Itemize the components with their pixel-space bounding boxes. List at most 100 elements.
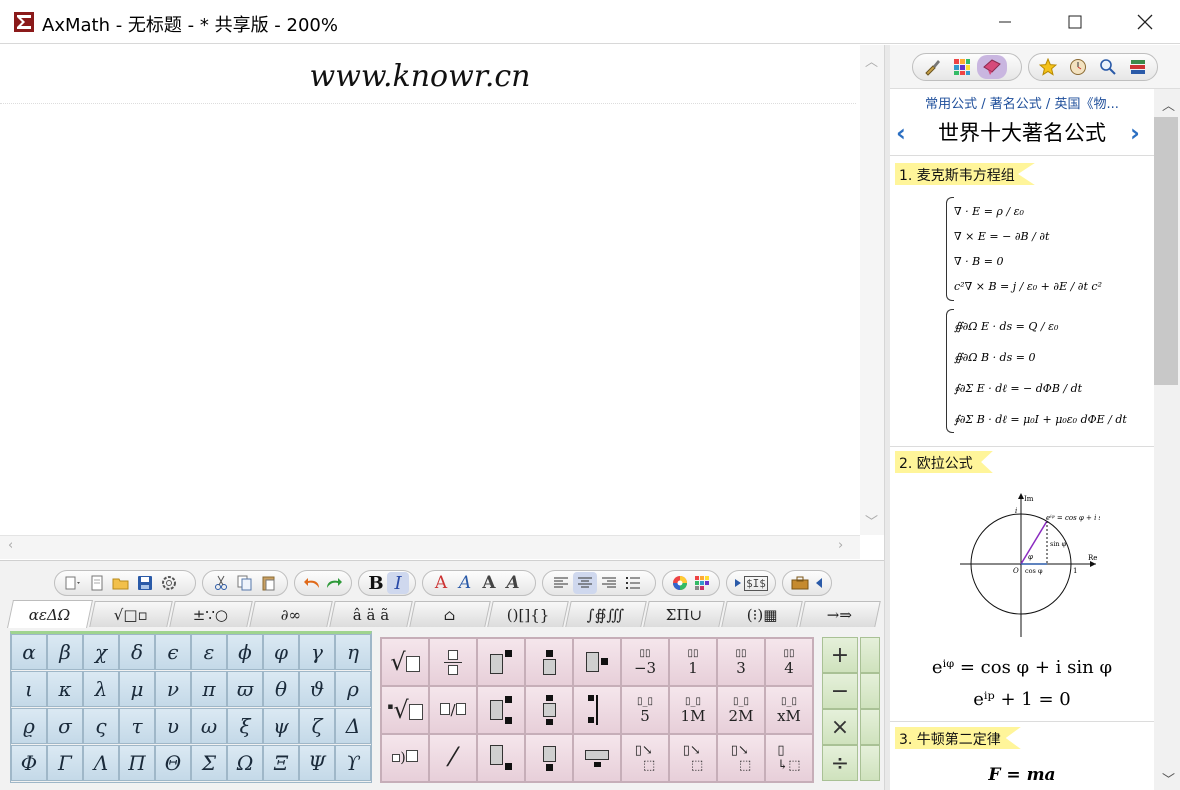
section-title-newton[interactable]: 3. 牛顿第二定律 <box>895 727 1021 749</box>
color-wheel-button[interactable] <box>669 572 691 594</box>
greek-symbol-button[interactable]: ϕ <box>227 634 263 670</box>
greek-symbol-button[interactable]: γ <box>299 634 335 670</box>
font-color-button[interactable]: A <box>429 572 453 594</box>
template-long-division[interactable]: ) <box>381 734 429 782</box>
section-title-euler[interactable]: 2. 欧拉公式 <box>895 451 993 473</box>
template-superscript[interactable] <box>477 638 525 686</box>
greek-symbol-button[interactable]: ϵ <box>155 634 191 670</box>
search-button[interactable] <box>1093 55 1123 79</box>
greek-symbol-button[interactable]: θ <box>263 671 299 707</box>
color-grid-button[interactable] <box>691 572 713 594</box>
greek-symbol-button[interactable]: μ <box>119 671 155 707</box>
greek-symbol-button[interactable]: ω <box>191 708 227 744</box>
template-slash-fraction[interactable]: / <box>429 686 477 734</box>
greek-symbol-button[interactable]: Ω <box>227 745 263 781</box>
minimize-button[interactable] <box>970 0 1040 44</box>
greek-symbol-button[interactable]: ϑ <box>299 671 335 707</box>
template-sqrt[interactable]: √ <box>381 638 429 686</box>
operator-plus[interactable]: + <box>822 637 858 673</box>
template-evaluate[interactable] <box>573 686 621 734</box>
save-button[interactable] <box>133 572 157 594</box>
greek-symbol-button[interactable]: η <box>335 634 371 670</box>
scroll-down-icon[interactable]: ﹀ <box>865 511 878 530</box>
maxwell-integral[interactable]: ∯∂Ω E · ds = Q / ε₀ ∯∂Ω B · ds = 0 ∮∂Σ E… <box>954 311 1127 435</box>
grid-button[interactable] <box>947 55 977 79</box>
greek-symbol-button[interactable]: ς <box>83 708 119 744</box>
operator-more-3[interactable] <box>860 709 880 745</box>
template-scinot-1m[interactable]: ▯_▯ 1M <box>669 686 717 734</box>
template-subscript[interactable] <box>477 734 525 782</box>
operator-divide[interactable]: ÷ <box>822 745 858 781</box>
bookmark-button[interactable] <box>977 55 1007 79</box>
template-arrow-4[interactable]: ▯ ↳⬚ <box>765 734 813 782</box>
greek-symbol-button[interactable]: Σ <box>191 745 227 781</box>
greek-symbol-button[interactable]: Γ <box>47 745 83 781</box>
editor-content[interactable]: www.knowr.cn <box>0 59 840 94</box>
greek-symbol-button[interactable]: α <box>11 634 47 670</box>
greek-symbol-button[interactable]: π <box>191 671 227 707</box>
greek-symbol-button[interactable]: Δ <box>335 708 371 744</box>
toolbox-button[interactable] <box>789 572 812 594</box>
operator-more-1[interactable] <box>860 637 880 673</box>
maximize-button[interactable] <box>1040 0 1110 44</box>
greek-symbol-button[interactable]: χ <box>83 634 119 670</box>
template-scinot-neg3[interactable]: ▯▯ −3 <box>621 638 669 686</box>
new-menu-button[interactable] <box>61 572 85 594</box>
next-page-button[interactable]: › <box>1130 119 1140 147</box>
template-diagonal-fraction[interactable]: ⁄ <box>429 734 477 782</box>
redo-button[interactable] <box>323 572 345 594</box>
template-over-under[interactable] <box>525 686 573 734</box>
favorites-button[interactable] <box>1033 55 1063 79</box>
greek-symbol-button[interactable]: Ψ <box>299 745 335 781</box>
tab-accents[interactable]: â ä ã <box>329 601 413 627</box>
template-scinot-4[interactable]: ▯▯ 4 <box>765 638 813 686</box>
scroll-down-icon[interactable]: ﹀ <box>1162 769 1175 788</box>
cut-button[interactable] <box>209 572 233 594</box>
tab-integrals[interactable]: ∫∯∭ <box>565 601 647 627</box>
greek-symbol-button[interactable]: Φ <box>11 745 47 781</box>
greek-symbol-button[interactable]: δ <box>119 634 155 670</box>
tab-brackets[interactable]: ()[]{} <box>487 601 569 627</box>
template-scinot-2m[interactable]: ▯_▯ 2M <box>717 686 765 734</box>
speaker-button[interactable] <box>812 572 825 594</box>
tab-greek[interactable]: αεΔΩ <box>7 600 93 628</box>
paste-button[interactable] <box>257 572 281 594</box>
greek-symbol-button[interactable]: τ <box>119 708 155 744</box>
italic-button[interactable]: I <box>387 572 409 594</box>
greek-symbol-button[interactable]: κ <box>47 671 83 707</box>
align-right-button[interactable] <box>597 572 621 594</box>
open-button[interactable] <box>109 572 133 594</box>
library-scroll-thumb[interactable] <box>1154 117 1178 385</box>
library-books-button[interactable] <box>1123 55 1153 79</box>
maxwell-differential[interactable]: ∇ · E = ρ / ε₀ ∇ × E = − ∂B / ∂t ∇ · B =… <box>954 199 1102 299</box>
greek-symbol-button[interactable]: φ <box>263 634 299 670</box>
bold-button[interactable]: B <box>365 572 387 594</box>
template-underbar[interactable] <box>573 734 621 782</box>
template-right-super[interactable] <box>573 638 621 686</box>
tab-arrows[interactable]: →⇒ <box>799 601 881 627</box>
greek-symbol-button[interactable]: Π <box>119 745 155 781</box>
font-bold-italic-button[interactable]: A <box>501 572 525 594</box>
breadcrumb[interactable]: 常用公式 / 著名公式 / 英国《物... <box>890 93 1154 112</box>
tab-relations[interactable]: ±∵○ <box>169 601 253 627</box>
template-scinot-xm[interactable]: ▯_▯ xM <box>765 686 813 734</box>
greek-symbol-button[interactable]: ε <box>191 634 227 670</box>
template-under[interactable] <box>525 734 573 782</box>
template-arrow-3[interactable]: ▯↘ ⬚ <box>717 734 765 782</box>
settings-button[interactable] <box>157 572 181 594</box>
scroll-right-icon[interactable]: › <box>838 538 843 553</box>
editor-horizontal-scrollbar[interactable]: ‹ › <box>0 535 860 559</box>
align-distribute-button[interactable] <box>621 572 645 594</box>
latex-export-button[interactable]: $I$ <box>733 572 769 594</box>
template-scinot-3[interactable]: ▯▯ 3 <box>717 638 765 686</box>
greek-symbol-button[interactable]: ζ <box>299 708 335 744</box>
greek-symbol-button[interactable]: β <box>47 634 83 670</box>
greek-symbol-button[interactable]: ϱ <box>11 708 47 744</box>
tab-roots[interactable]: √□▫ <box>89 601 173 627</box>
greek-symbol-button[interactable]: Ξ <box>263 745 299 781</box>
align-center-button[interactable] <box>573 572 597 594</box>
operator-minus[interactable]: − <box>822 673 858 709</box>
template-arrow-1[interactable]: ▯↘ ⬚ <box>621 734 669 782</box>
operator-times[interactable]: × <box>822 709 858 745</box>
greek-symbol-button[interactable]: υ <box>155 708 191 744</box>
